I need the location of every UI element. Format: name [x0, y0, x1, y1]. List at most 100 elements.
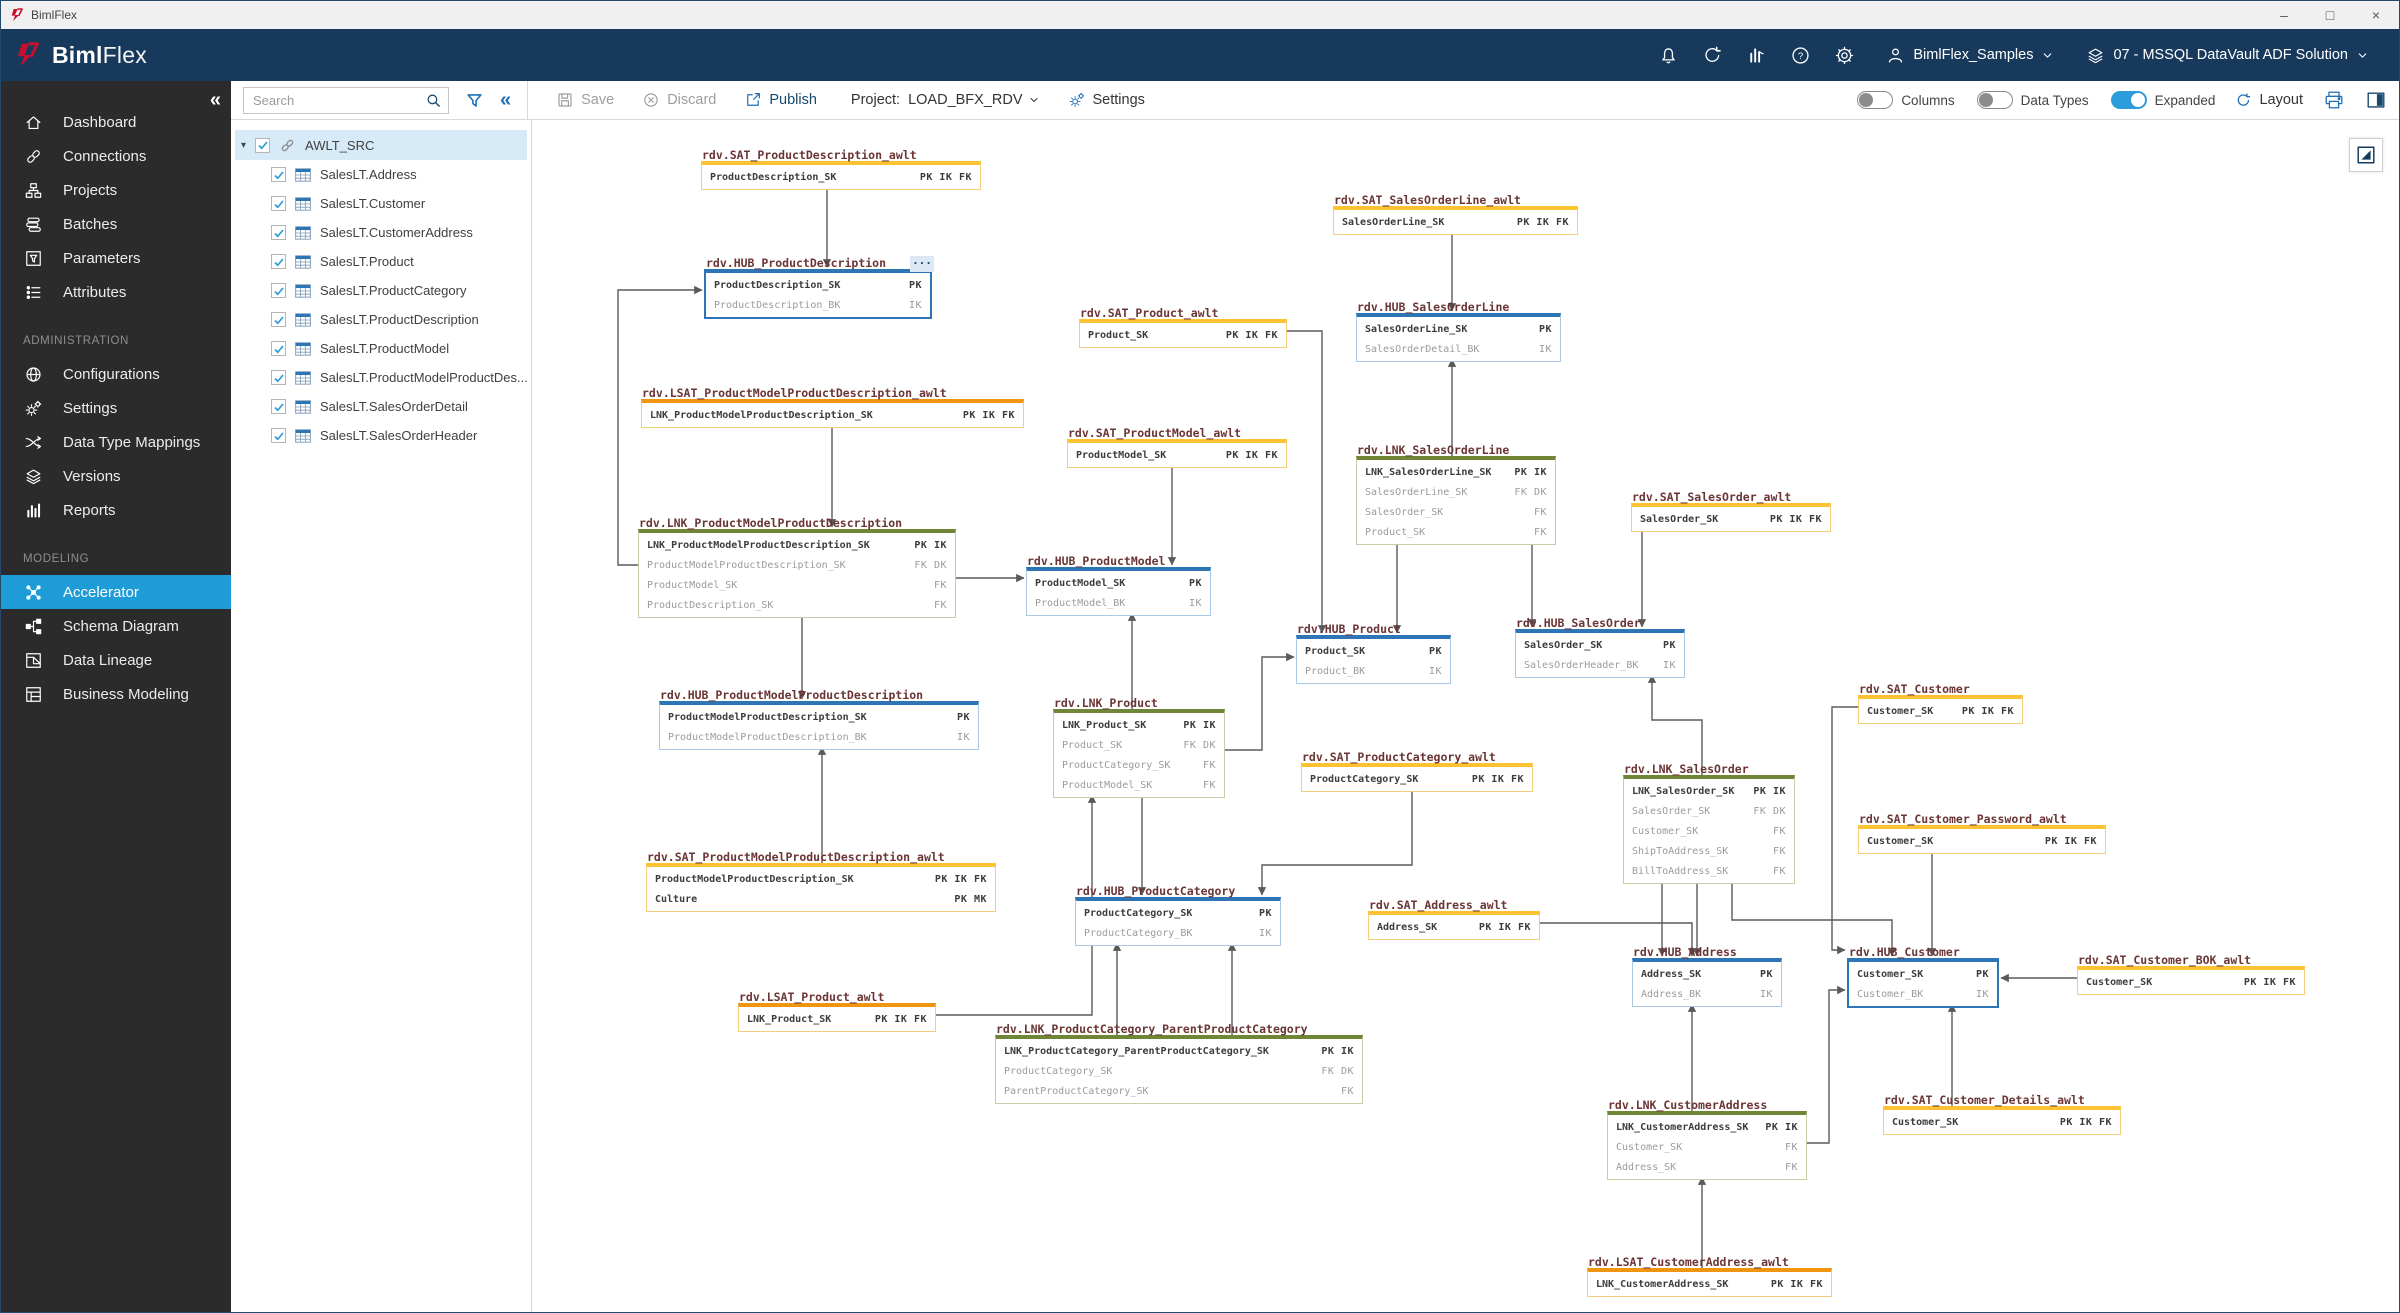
toggle-data-types[interactable]: Data Types — [1977, 91, 2089, 109]
diagram-node-rdv.HUB_ProductCategory[interactable]: rdv.HUB_ProductCategoryProductCategory_S… — [1075, 897, 1281, 946]
diagram-node-rdv.HUB_Customer[interactable]: rdv.HUB_CustomerCustomer_SKPKCustomer_BK… — [1847, 958, 1999, 1008]
diagram-node-rdv.HUB_SalesOrderLine[interactable]: rdv.HUB_SalesOrderLineSalesOrderLine_SKP… — [1356, 313, 1561, 362]
save-button[interactable]: Save — [556, 91, 614, 109]
diagram-node-rdv.HUB_ProductModel[interactable]: rdv.HUB_ProductModelProductModel_SKPKPro… — [1026, 567, 1211, 616]
diagram-node-rdv.LSAT_Product_awlt[interactable]: rdv.LSAT_Product_awltLNK_Product_SKPK IK… — [738, 1003, 936, 1032]
diagram-node-rdv.SAT_SalesOrderLine_awlt[interactable]: rdv.SAT_SalesOrderLine_awltSalesOrderLin… — [1333, 206, 1578, 235]
diagram-node-rdv.LNK_SalesOrder[interactable]: rdv.LNK_SalesOrderLNK_SalesOrder_SKPK IK… — [1623, 775, 1795, 884]
sidebar-item-label: Attributes — [63, 284, 126, 301]
diagram-node-rdv.SAT_ProductDescription_awlt[interactable]: rdv.SAT_ProductDescription_awltProductDe… — [701, 161, 981, 190]
diagram-node-rdv.SAT_ProductCategory_awlt[interactable]: rdv.SAT_ProductCategory_awltProductCateg… — [1301, 763, 1533, 792]
sidebar-item-parameters[interactable]: Parameters — [1, 241, 231, 275]
tree-root-awlt-src[interactable]: ▾ AWLT_SRC — [235, 130, 527, 160]
toggle-columns[interactable]: Columns — [1857, 91, 1954, 109]
accelerator-diagram-canvas[interactable]: rdv.SAT_ProductDescription_awltProductDe… — [532, 120, 2400, 1313]
tree-item[interactable]: SalesLT.ProductCategory — [231, 276, 531, 305]
tree-item-checkbox[interactable] — [271, 167, 286, 182]
search-input[interactable] — [243, 87, 449, 114]
solution-menu[interactable]: 07 - MSSQL DataVault ADF Solution — [2074, 46, 2381, 65]
tree-item-checkbox[interactable] — [271, 312, 286, 327]
diagram-node-rdv.LSAT_CustomerAddress_awlt[interactable]: rdv.LSAT_CustomerAddress_awltLNK_Custome… — [1587, 1268, 1832, 1297]
maximize-button[interactable]: □ — [2307, 1, 2353, 29]
tree-item[interactable]: SalesLT.Product — [231, 247, 531, 276]
minimap-toggle-button[interactable] — [2349, 138, 2383, 172]
tree-item-checkbox[interactable] — [271, 225, 286, 240]
sidebar-item-accelerator[interactable]: Accelerator — [1, 575, 231, 609]
project-dropdown[interactable]: LOAD_BFX_RDV — [908, 92, 1039, 108]
toggle-switch[interactable] — [1857, 91, 1893, 109]
tree-item[interactable]: SalesLT.ProductModelProductDes... — [231, 363, 531, 392]
diagram-node-rdv.HUB_Product[interactable]: rdv.HUB_ProductProduct_SKPKProduct_BKIK — [1296, 635, 1451, 684]
user-menu[interactable]: BimlFlex_Samples — [1874, 46, 2066, 65]
diagram-node-rdv.SAT_Customer_Details_awlt[interactable]: rdv.SAT_Customer_Details_awltCustomer_SK… — [1883, 1106, 2121, 1135]
diagram-node-rdv.SAT_Customer[interactable]: rdv.SAT_CustomerCustomer_SKPK IK FK — [1858, 695, 2023, 724]
diagram-node-rdv.HUB_ProductDescription[interactable]: rdv.HUB_ProductDescription...ProductDesc… — [704, 269, 932, 319]
sidebar-item-data-lineage[interactable]: Data Lineage — [1, 643, 231, 677]
diagram-node-rdv.SAT_ProductModel_awlt[interactable]: rdv.SAT_ProductModel_awltProductModel_SK… — [1067, 439, 1287, 468]
sidebar-item-dashboard[interactable]: Dashboard — [1, 105, 231, 139]
tree-item-checkbox[interactable] — [271, 428, 286, 443]
tree-item[interactable]: SalesLT.SalesOrderHeader — [231, 421, 531, 450]
tree-item-checkbox[interactable] — [271, 196, 286, 211]
refresh-icon[interactable] — [1690, 37, 1734, 73]
settings-button[interactable]: Settings — [1068, 91, 1145, 109]
tree-item-checkbox[interactable] — [271, 399, 286, 414]
diagram-node-rdv.HUB_SalesOrder[interactable]: rdv.HUB_SalesOrderSalesOrder_SKPKSalesOr… — [1515, 629, 1685, 678]
toggle-switch[interactable] — [1977, 91, 2013, 109]
tree-item[interactable]: SalesLT.SalesOrderDetail — [231, 392, 531, 421]
tree-item-checkbox[interactable] — [271, 254, 286, 269]
discard-button[interactable]: Discard — [642, 91, 716, 109]
publish-button[interactable]: Publish — [744, 91, 817, 109]
tree-root-checkbox[interactable] — [255, 138, 270, 153]
diagram-node-rdv.LNK_Product[interactable]: rdv.LNK_ProductLNK_Product_SKPK IKProduc… — [1053, 709, 1225, 798]
sidebar-item-settings[interactable]: Settings — [1, 391, 231, 425]
sidebar-item-batches[interactable]: Batches — [1, 207, 231, 241]
toggle-expanded[interactable]: Expanded — [2111, 91, 2216, 109]
sidebar-item-attributes[interactable]: Attributes — [1, 275, 231, 309]
diagram-node-rdv.SAT_ProductModelProductDescription_awlt[interactable]: rdv.SAT_ProductModelProductDescription_a… — [646, 863, 996, 912]
diagram-node-rdv.SAT_Customer_Password_awlt[interactable]: rdv.SAT_Customer_Password_awltCustomer_S… — [1858, 825, 2106, 854]
sidebar-item-projects[interactable]: Projects — [1, 173, 231, 207]
tree-item-checkbox[interactable] — [271, 341, 286, 356]
layout-button[interactable]: Layout — [2235, 92, 2303, 109]
diagram-node-rdv.LNK_SalesOrderLine[interactable]: rdv.LNK_SalesOrderLineLNK_SalesOrderLine… — [1356, 456, 1556, 545]
gear-icon[interactable] — [1822, 37, 1866, 73]
diagram-node-rdv.SAT_Customer_BOK_awlt[interactable]: rdv.SAT_Customer_BOK_awltCustomer_SKPK I… — [2077, 966, 2305, 995]
close-button[interactable]: × — [2353, 1, 2399, 29]
tree-item-checkbox[interactable] — [271, 283, 286, 298]
sidebar-item-configurations[interactable]: Configurations — [1, 357, 231, 391]
diagram-node-rdv.HUB_Address[interactable]: rdv.HUB_AddressAddress_SKPKAddress_BKIK — [1632, 958, 1782, 1007]
diagram-node-rdv.HUB_ProductModelProductDescription[interactable]: rdv.HUB_ProductModelProductDescriptionPr… — [659, 701, 979, 750]
diagram-node-rdv.SAT_Product_awlt[interactable]: rdv.SAT_Product_awltProduct_SKPK IK FK — [1079, 319, 1287, 348]
filter-icon[interactable] — [465, 91, 484, 110]
sidebar-collapse-icon[interactable]: « — [210, 89, 221, 112]
sidebar-item-schema-diagram[interactable]: Schema Diagram — [1, 609, 231, 643]
diagram-node-rdv.LNK_ProductModelProductDescription[interactable]: rdv.LNK_ProductModelProductDescriptionLN… — [638, 529, 956, 618]
tree-item[interactable]: SalesLT.CustomerAddress — [231, 218, 531, 247]
diagram-node-rdv.SAT_Address_awlt[interactable]: rdv.SAT_Address_awltAddress_SKPK IK FK — [1368, 911, 1540, 940]
tree-item[interactable]: SalesLT.ProductDescription — [231, 305, 531, 334]
sidebar-item-business-modeling[interactable]: Business Modeling — [1, 677, 231, 711]
bell-icon[interactable] — [1646, 37, 1690, 73]
sidebar-item-data-type-mappings[interactable]: Data Type Mappings — [1, 425, 231, 459]
sidebar-item-connections[interactable]: Connections — [1, 139, 231, 173]
printer-icon[interactable] — [2323, 89, 2345, 111]
tree-item[interactable]: SalesLT.Address — [231, 160, 531, 189]
diagram-node-rdv.LNK_CustomerAddress[interactable]: rdv.LNK_CustomerAddressLNK_CustomerAddre… — [1607, 1111, 1807, 1180]
sidebar-item-versions[interactable]: Versions — [1, 459, 231, 493]
minimize-button[interactable]: – — [2261, 1, 2307, 29]
collapse-tree-icon[interactable]: « — [500, 89, 511, 112]
caret-down-icon[interactable]: ▾ — [241, 140, 246, 151]
tree-item-checkbox[interactable] — [271, 370, 286, 385]
diagram-node-rdv.LSAT_ProductModelProductDescription_awlt[interactable]: rdv.LSAT_ProductModelProductDescription_… — [641, 399, 1024, 428]
diagram-node-rdv.SAT_SalesOrder_awlt[interactable]: rdv.SAT_SalesOrder_awltSalesOrder_SKPK I… — [1631, 503, 1831, 532]
tree-item[interactable]: SalesLT.ProductModel — [231, 334, 531, 363]
activity-icon[interactable] — [1734, 37, 1778, 73]
sidebar-item-reports[interactable]: Reports — [1, 493, 231, 527]
node-menu-button[interactable]: ... — [910, 256, 934, 272]
panel-toggle-icon[interactable] — [2365, 89, 2387, 111]
help-icon[interactable]: ? — [1778, 37, 1822, 73]
tree-item[interactable]: SalesLT.Customer — [231, 189, 531, 218]
toggle-switch[interactable] — [2111, 91, 2147, 109]
diagram-node-rdv.LNK_ProductCategory_ParentProductCategory[interactable]: rdv.LNK_ProductCategory_ParentProductCat… — [995, 1035, 1363, 1104]
